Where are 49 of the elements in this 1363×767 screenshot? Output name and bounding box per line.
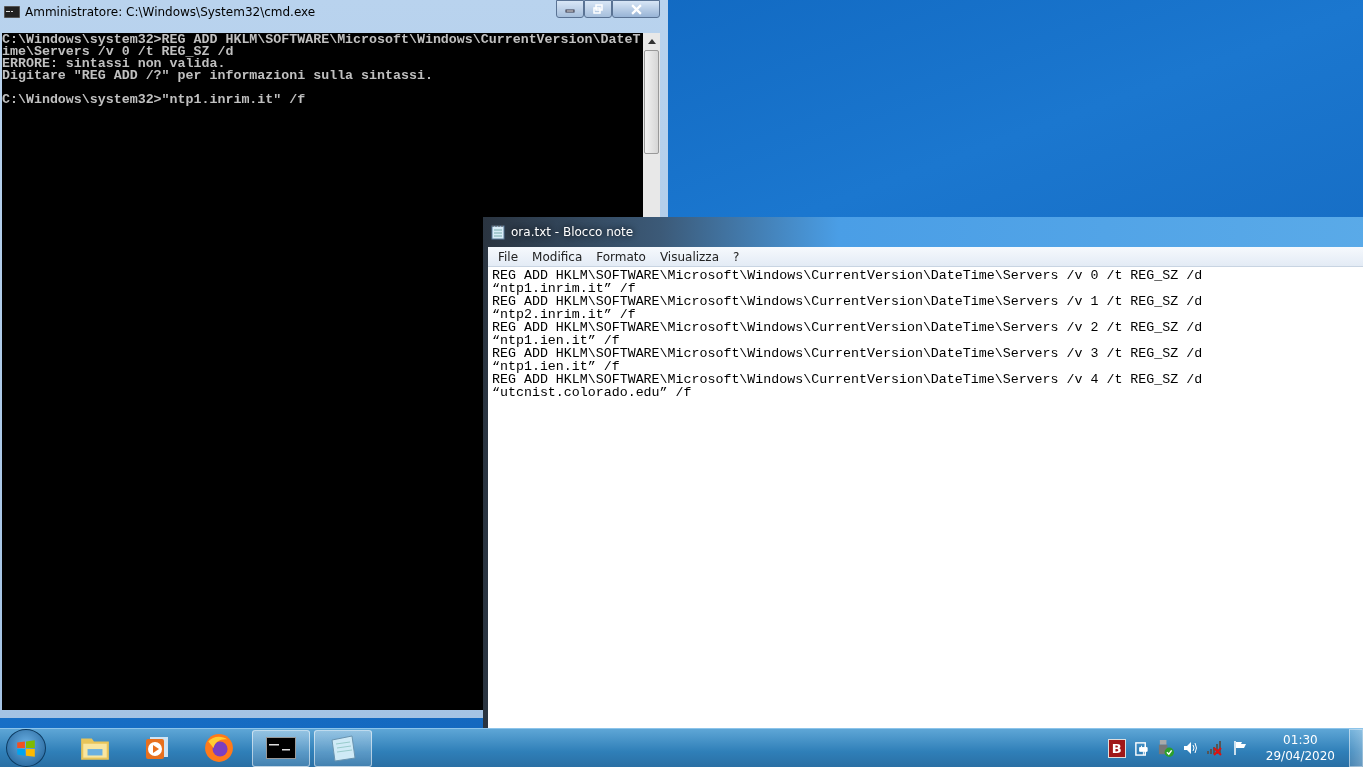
- text-line: “ntp1.inrim.it” /f: [492, 282, 637, 295]
- speaker-icon[interactable]: [1181, 740, 1198, 756]
- text-line: “utcnist.colorado.edu” /f: [492, 386, 693, 399]
- notepad-icon: [328, 734, 358, 762]
- terminal-icon: [266, 737, 296, 759]
- console-line: Digitare "REG ADD /?" per informazioni sulla sintassi.: [2, 70, 434, 82]
- close-icon: [630, 3, 642, 15]
- taskbar-button[interactable]: [252, 729, 310, 767]
- close-button[interactable]: [612, 0, 660, 18]
- restore-icon: [593, 4, 603, 14]
- no-signal-icon[interactable]: [1205, 740, 1224, 756]
- text-line: “ntp2.inrim.it” /f: [492, 308, 637, 321]
- menu-item[interactable]: Formato: [589, 249, 653, 264]
- flag-icon[interactable]: [1231, 740, 1248, 756]
- menu-item[interactable]: File: [491, 249, 526, 264]
- window-panes-icon: [15, 737, 37, 759]
- notepad-icon: [491, 224, 505, 240]
- menu-item[interactable]: Modifica: [525, 249, 590, 264]
- text-line: REG ADD HKLM\SOFTWARE\Microsoft\Windows\CurrentVersion\DateTime\Servers /v 0 /t REG_SZ /d: [492, 269, 1204, 282]
- console-line: C:\Windows\system32>"ntp1.inrim.it" /f: [2, 94, 307, 106]
- console-line: ime\Servers /v 0 /t REG_SZ /d: [2, 46, 235, 58]
- scrollbar-thumb[interactable]: [644, 50, 659, 154]
- minimize-button[interactable]: [556, 0, 584, 18]
- text-line: REG ADD HKLM\SOFTWARE\Microsoft\Windows\CurrentVersion\DateTime\Servers /v 2 /t REG_SZ /d: [492, 321, 1204, 334]
- clock[interactable]: 01:30 29/04/2020: [1265, 732, 1335, 764]
- browser-icon: [204, 733, 234, 763]
- start-button[interactable]: [6, 729, 46, 767]
- window-title: Amministratore: C:\Windows\System32\cmd.exe: [25, 4, 316, 21]
- text-line: “ntp1.ien.it” /f: [492, 334, 621, 347]
- console-line: ERRORE: sintassi non valida.: [2, 58, 226, 70]
- console-line: C:\Windows\system32>REG ADD HKLM\SOFTWARE\Microsoft\Windows\CurrentVersion\DateT: [2, 34, 642, 46]
- maximize-button[interactable]: [584, 0, 612, 18]
- text-line: “ntp1.ien.it” /f: [492, 360, 621, 373]
- tray-badge[interactable]: B: [1107, 738, 1126, 758]
- window-title: ora.txt - Blocco note: [511, 224, 634, 241]
- clock-time: 01:30: [1283, 732, 1318, 748]
- terminal-icon: [4, 6, 20, 18]
- menu-item[interactable]: Visualizza: [652, 249, 726, 264]
- text-line: REG ADD HKLM\SOFTWARE\Microsoft\Windows\CurrentVersion\DateTime\Servers /v 3 /t REG_SZ /d: [492, 347, 1204, 360]
- device-check-icon[interactable]: [1156, 739, 1174, 757]
- clock-date: 29/04/2020: [1265, 748, 1335, 764]
- scrollbar[interactable]: [643, 33, 660, 213]
- text-line: REG ADD HKLM\SOFTWARE\Microsoft\Windows\CurrentVersion\DateTime\Servers /v 1 /t REG_SZ /d: [492, 295, 1204, 308]
- up-arrow-icon: [647, 39, 656, 44]
- show-desktop-button[interactable]: [1349, 729, 1363, 767]
- plug-icon[interactable]: [1133, 739, 1149, 757]
- text-line: REG ADD HKLM\SOFTWARE\Microsoft\Windows\CurrentVersion\DateTime\Servers /v 4 /t REG_SZ /d: [492, 373, 1204, 386]
- play-icon: [144, 735, 170, 761]
- menu-item[interactable]: ?: [726, 249, 747, 264]
